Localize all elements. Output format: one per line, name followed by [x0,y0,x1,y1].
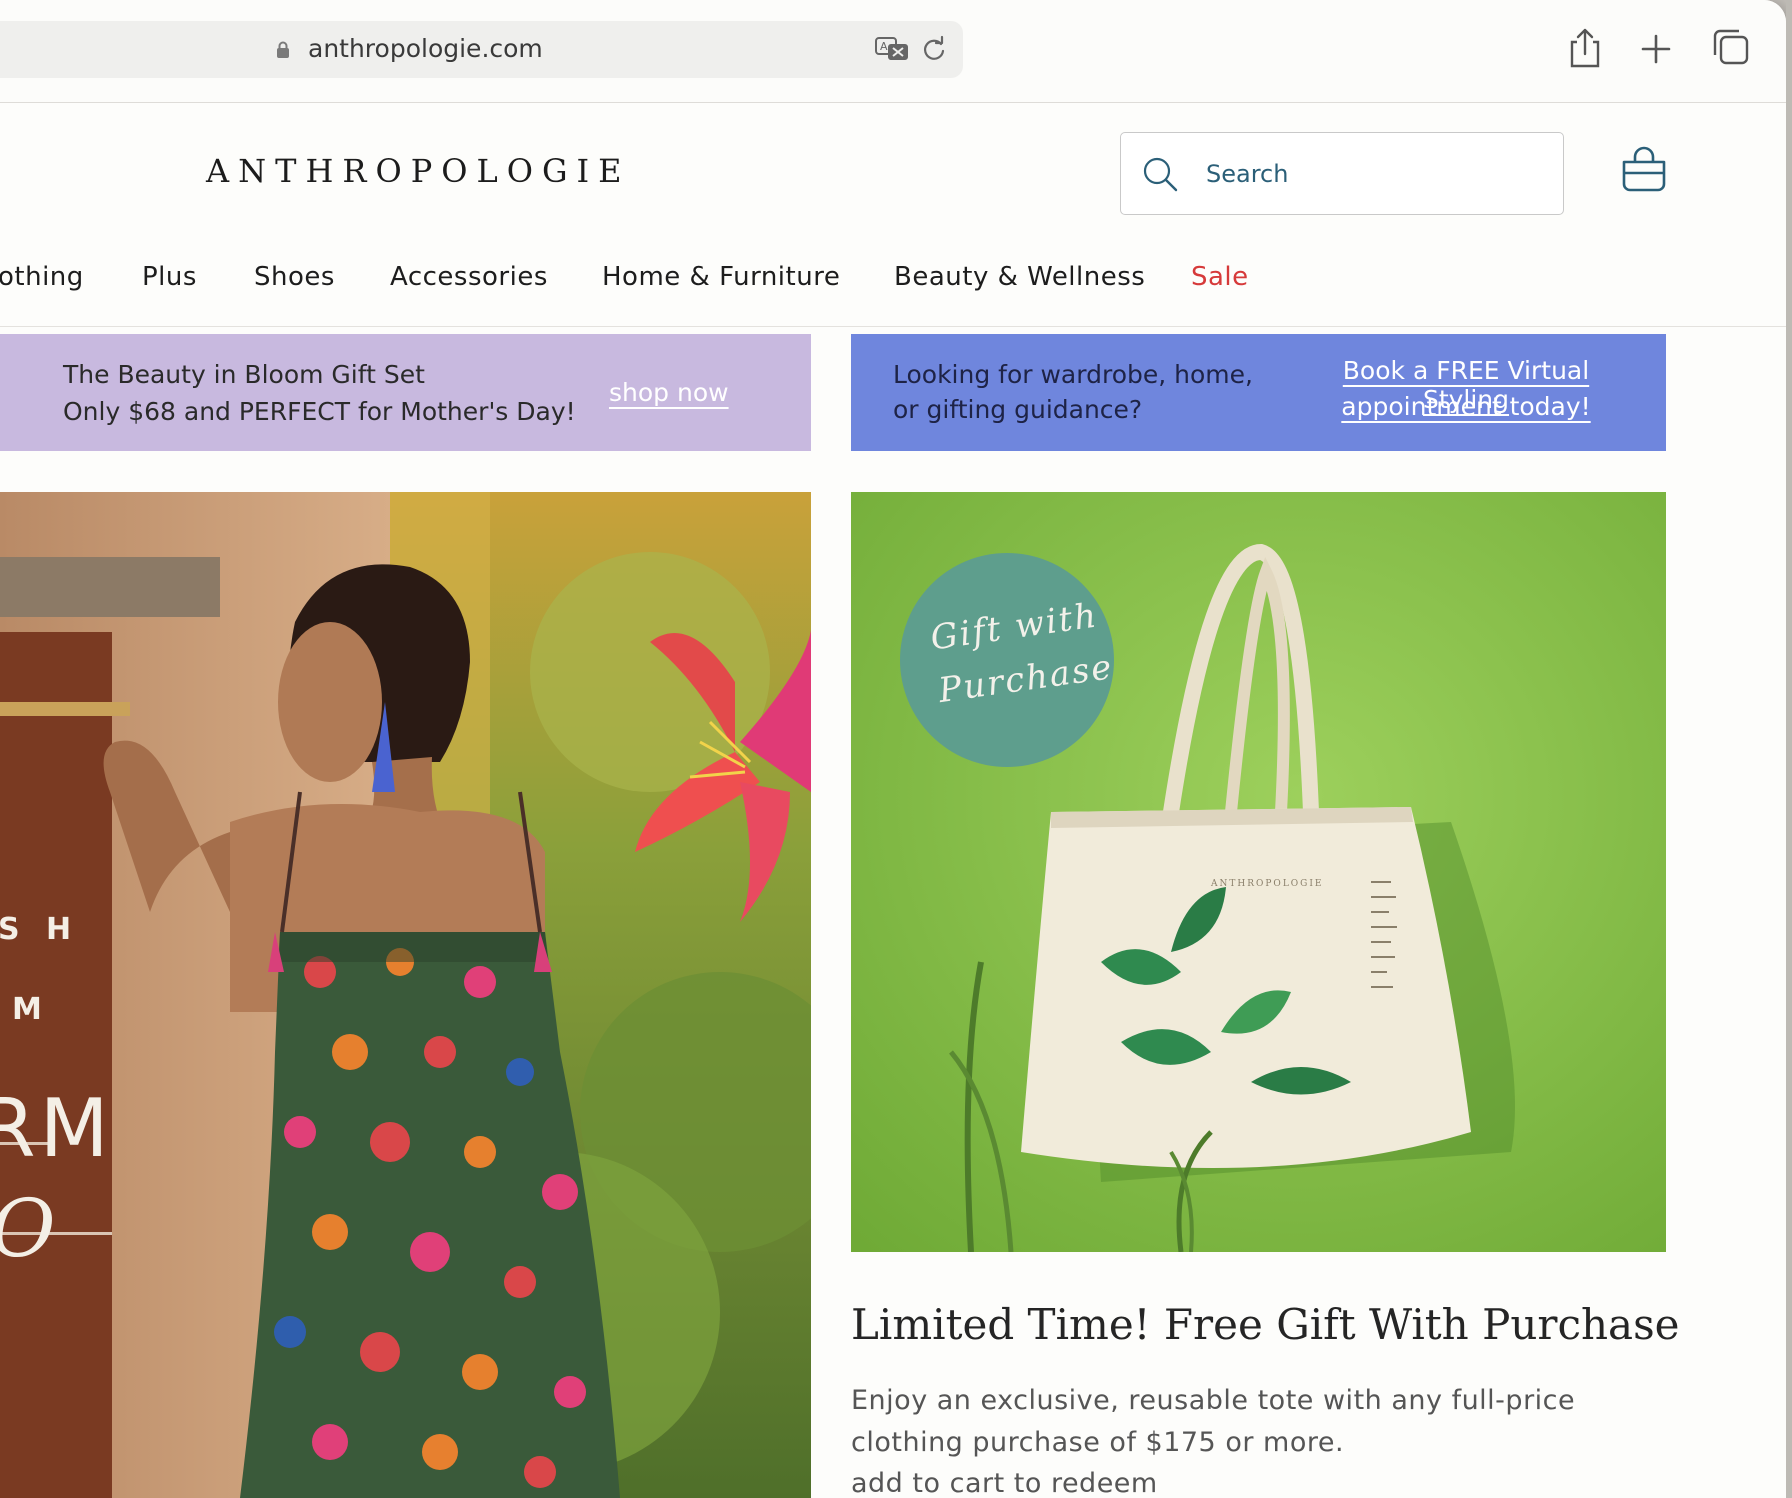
hero-image-tote[interactable]: ANTHROPOLOGIE Gift with Purchase [851,492,1666,1252]
window-edge-shadow [1786,0,1792,1498]
banner-gift-set-line1: The Beauty in Bloom Gift Set [63,360,425,389]
gift-with-purchase-badge: Gift with Purchase [900,553,1116,767]
translate-icon[interactable]: A [874,35,912,63]
search-box[interactable] [1120,132,1564,215]
nav-item-shoes[interactable]: Shoes [254,262,335,292]
banner-styling-line2: or gifting guidance? [893,395,1143,424]
promo-description-line3: add to cart to redeem [851,1468,1158,1498]
sign-text-4: O [0,1182,56,1275]
promo-description-line2: clothing purchase of $175 or more. [851,1427,1345,1458]
banner-virtual-styling[interactable]: Looking for wardrobe, home, or gifting g… [851,334,1666,451]
tote-print-text: ANTHROPOLOGIE [1211,879,1324,889]
sign-text-3: RM [0,1082,113,1175]
nav-divider [0,326,1786,327]
url-text[interactable]: anthropologie.com [308,34,543,63]
search-icon[interactable] [1141,155,1179,193]
address-bar[interactable]: anthropologie.com A [0,21,963,78]
shop-now-link[interactable]: shop now [609,378,729,407]
share-icon[interactable] [1565,26,1605,70]
hero-illustration [0,492,811,1498]
banner-gift-set-line2: Only $68 and PERFECT for Mother's Day! [63,397,576,426]
book-styling-link-line2[interactable]: appointment today! [1307,392,1625,421]
svg-text:A: A [880,40,888,53]
badge-line2: Purchase [936,646,1116,712]
banner-gift-set[interactable]: The Beauty in Bloom Gift Set Only $68 an… [0,334,811,451]
nav-item-accessories[interactable]: Accessories [390,262,548,292]
tab-overview-icon[interactable] [1710,26,1750,70]
nav-item-sale[interactable]: Sale [1191,262,1249,292]
search-input[interactable] [1204,151,1538,197]
sign-text-1: S H [0,912,80,947]
promo-title[interactable]: Limited Time! Free Gift With Purchase [851,1300,1680,1349]
browser-window: anthropologie.com A ANTHROPOLOGIE Search… [0,0,1786,1498]
browser-toolbar: anthropologie.com A [0,0,1786,103]
reload-icon[interactable] [920,35,948,63]
lock-icon [277,41,289,58]
nav-item-plus[interactable]: Plus [142,262,197,292]
promo-description-line1: Enjoy an exclusive, reusable tote with a… [851,1385,1576,1416]
badge-line1: Gift with [928,595,1101,659]
site-logo[interactable]: ANTHROPOLOGIE [206,152,631,190]
banner-styling-line1: Looking for wardrobe, home, [893,360,1253,389]
shopping-bag-icon[interactable] [1620,146,1668,194]
nav-item-beauty-wellness[interactable]: Beauty & Wellness [894,262,1145,292]
nav-item-home-furniture[interactable]: Home & Furniture [602,262,840,292]
new-tab-icon[interactable] [1636,26,1676,70]
hero-image-floral-dress[interactable]: S H M RM O [0,492,811,1498]
sign-text-2: M [12,992,42,1027]
nav-item-clothing[interactable]: othing [0,262,84,292]
